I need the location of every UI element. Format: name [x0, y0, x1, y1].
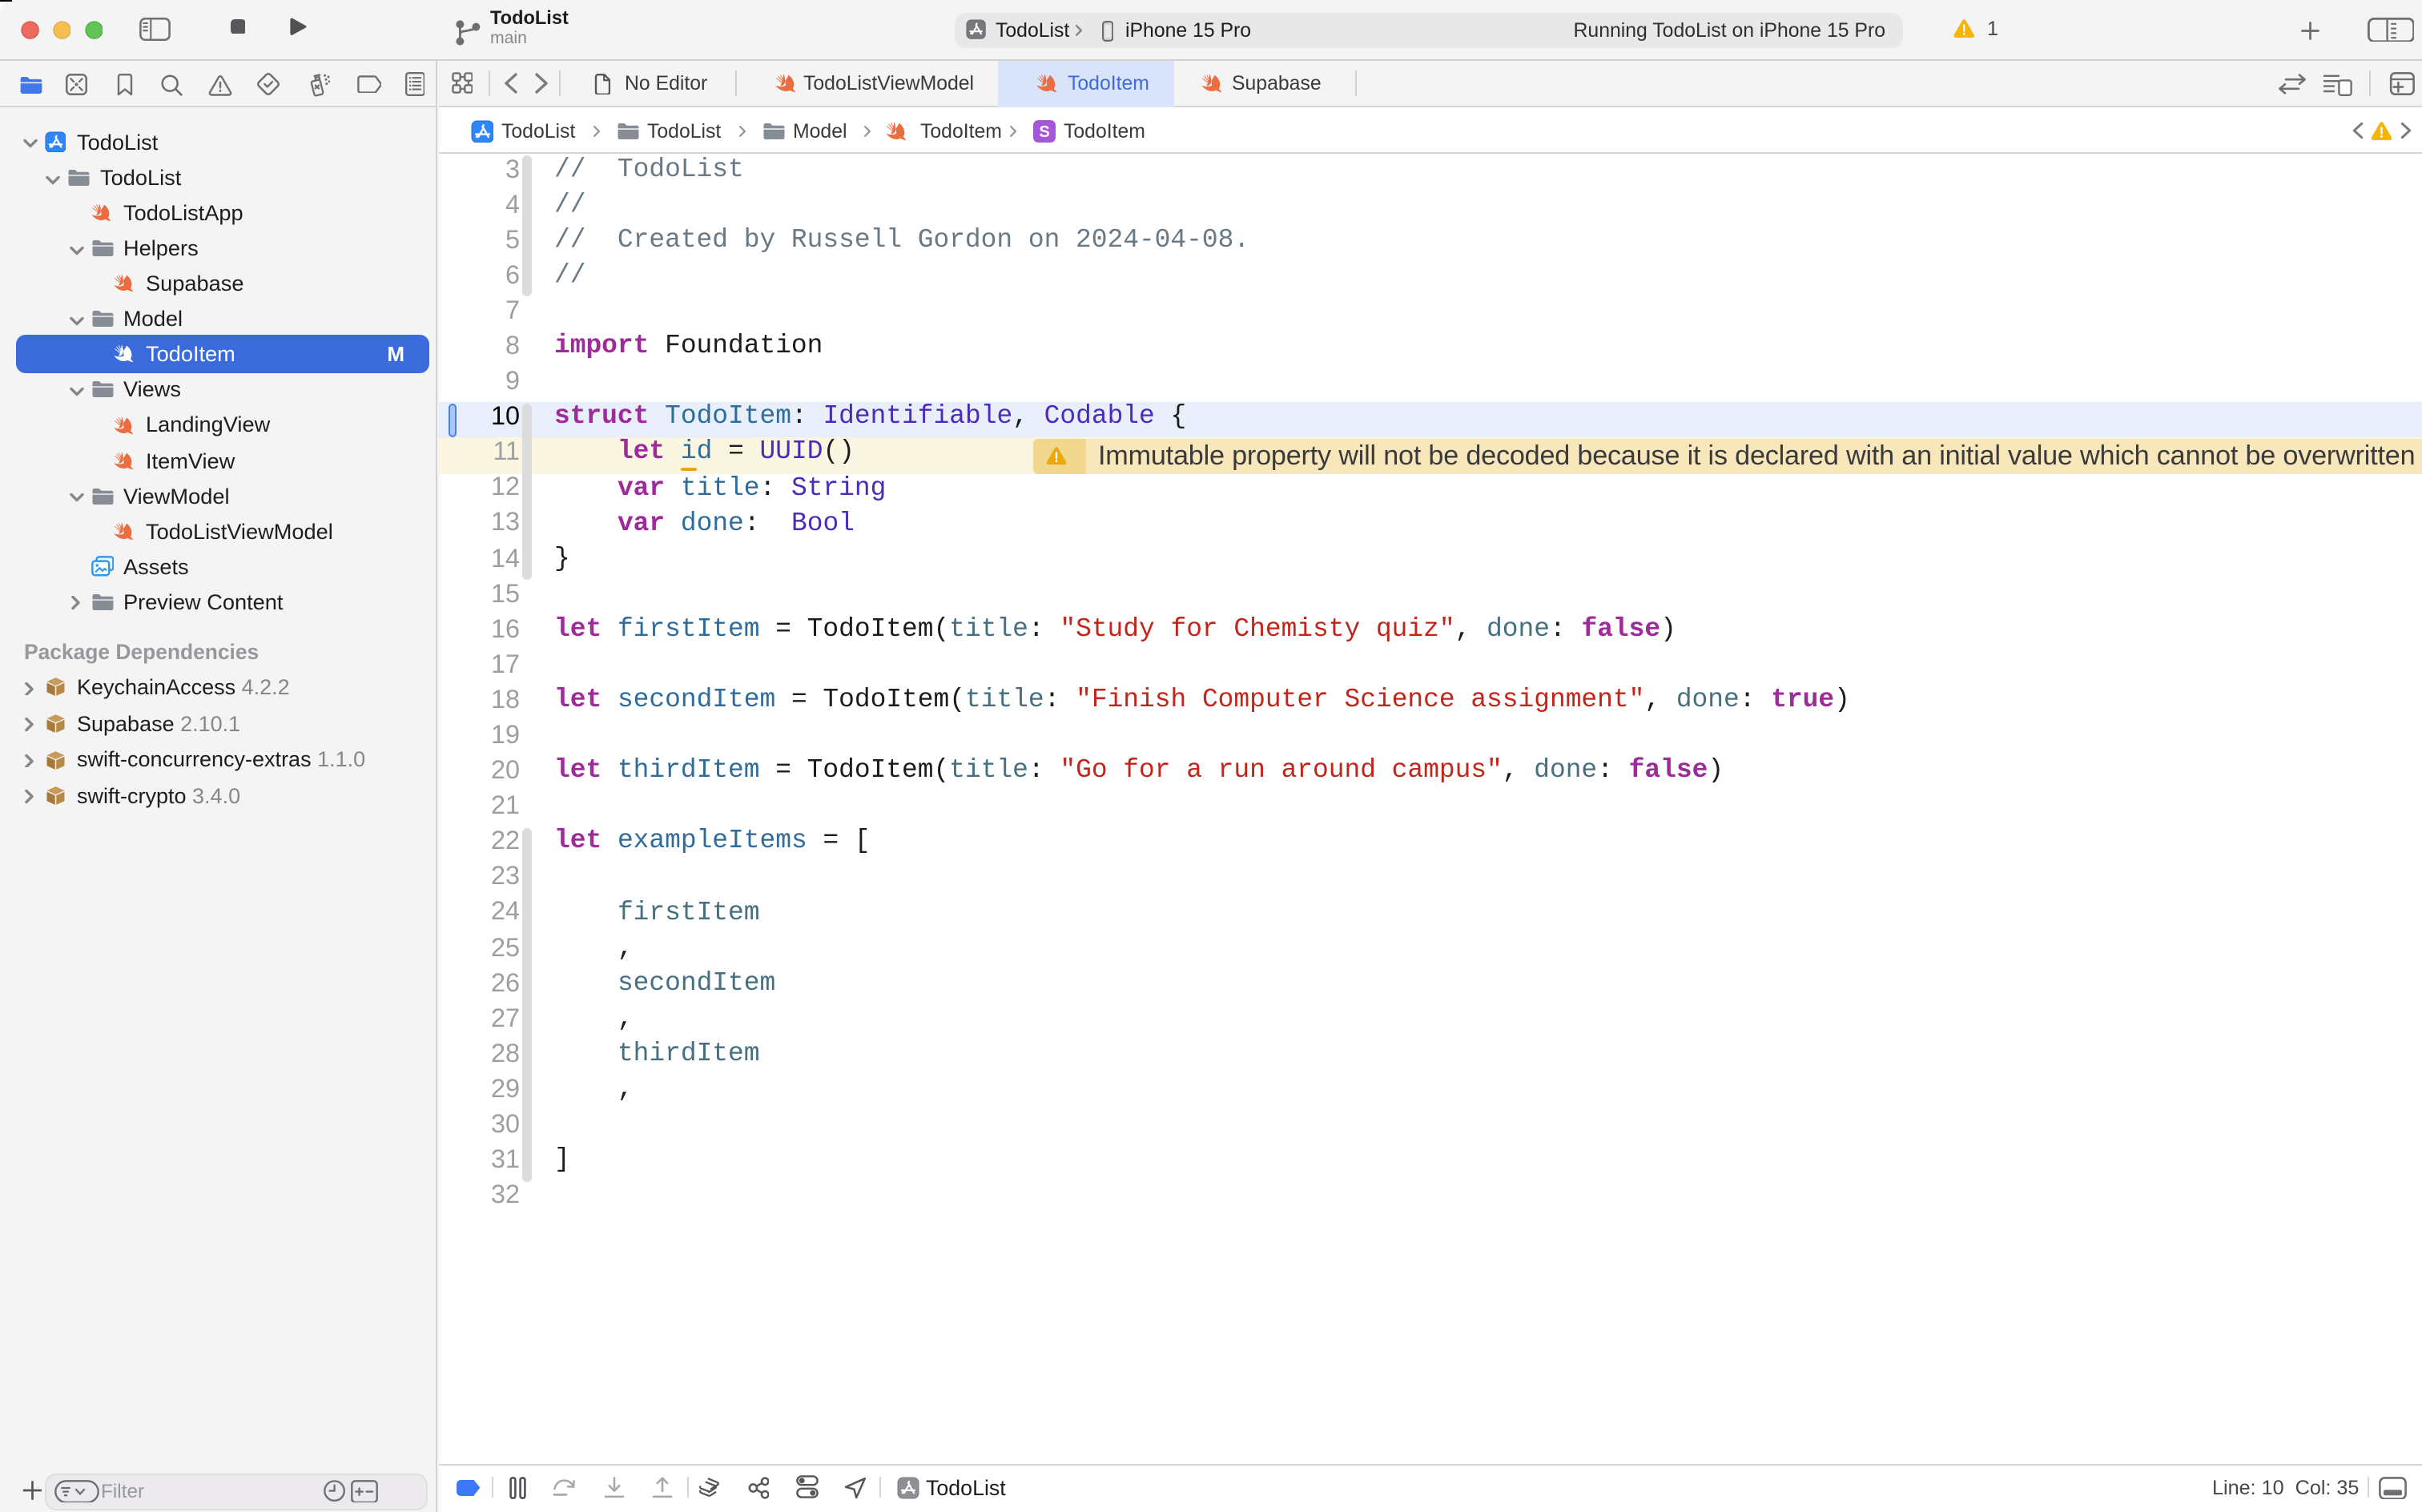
svg-text:S: S: [1038, 123, 1048, 141]
